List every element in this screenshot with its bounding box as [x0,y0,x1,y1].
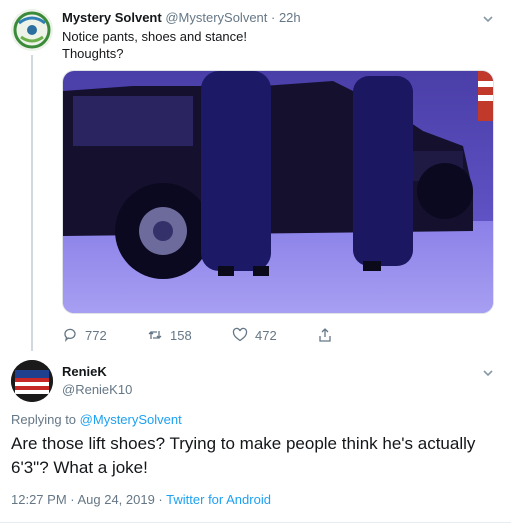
divider [0,522,511,523]
tweet-timestamp[interactable]: 12:27 PM · Aug 24, 2019 · [11,492,163,507]
like-count: 472 [255,327,277,343]
share-icon [319,328,331,342]
replying-to-label: Replying to [11,412,77,427]
tweet-text: Are those lift shoes? Trying to make peo… [11,434,476,477]
photo-icon [63,71,493,313]
tweet-source[interactable]: Twitter for Android [166,492,271,507]
tweet-text-line: Thoughts? [62,46,124,61]
avatar[interactable] [11,360,53,402]
tweet-actions: 772 158 472 [62,327,402,343]
tweet-media-image[interactable] [62,70,494,314]
retweet-icon [148,331,162,339]
chevron-down-icon[interactable] [481,12,495,26]
tweet-time[interactable]: · 22h [271,10,301,25]
reply-button[interactable]: 772 [62,327,147,343]
reply-count: 772 [85,327,107,343]
author-handle[interactable]: @RenieK10 [62,382,132,397]
thread-line [31,55,33,351]
heart-icon [232,327,248,342]
like-button[interactable]: 472 [232,327,317,343]
avatar[interactable] [11,9,53,51]
author-name[interactable]: RenieK [62,364,107,379]
author-name[interactable]: Mystery Solvent [62,10,162,25]
replying-to-link[interactable]: @MysterySolvent [80,412,182,427]
replying-to: Replying to @MysterySolvent [11,412,182,427]
tweet-text-line: Notice pants, shoes and stance! [62,29,248,44]
tweet-meta: 12:27 PM · Aug 24, 2019 · Twitter for An… [11,492,271,507]
parent-tweet: Mystery Solvent @MysterySolvent · 22h No… [0,0,511,351]
share-button[interactable] [317,327,402,343]
tweet-header: Mystery Solvent @MysterySolvent · 22h [62,10,301,25]
retweet-button[interactable]: 158 [147,327,232,343]
chevron-down-icon[interactable] [481,366,495,380]
tweet-text: Notice pants, shoes and stance! Thoughts… [62,28,247,62]
author-handle[interactable]: @MysterySolvent [165,10,267,25]
reply-icon [64,328,76,342]
retweet-count: 158 [170,327,192,343]
